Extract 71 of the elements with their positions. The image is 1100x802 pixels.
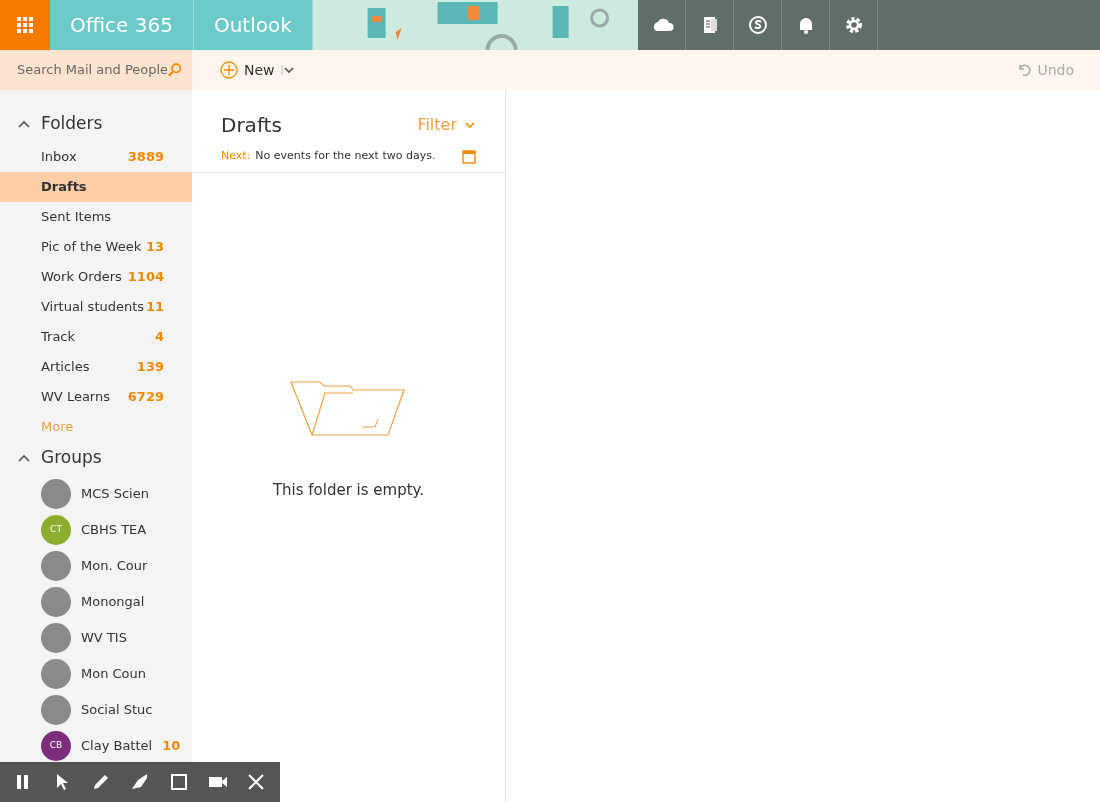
unread-count: 13 bbox=[145, 238, 164, 257]
section-title[interactable]: Folders bbox=[41, 111, 103, 137]
group-name[interactable]: CBHS TEA bbox=[81, 520, 147, 540]
folder-item[interactable]: Pic of the Week 13 bbox=[0, 232, 192, 262]
folder-item[interactable]: Virtual students 11 bbox=[0, 292, 192, 322]
group-name[interactable]: Mon Coun bbox=[81, 664, 147, 684]
group-name[interactable]: Social Stuc bbox=[81, 700, 153, 720]
unread-count: 6729 bbox=[127, 388, 164, 407]
chevron-icon bbox=[17, 118, 31, 130]
rectangle-icon bbox=[168, 772, 189, 792]
search-field[interactable]: Search Mail and People bbox=[17, 60, 167, 80]
unread-count: 3889 bbox=[127, 148, 164, 167]
group-avatar: CB bbox=[41, 731, 71, 761]
collapse-toggle-button[interactable] bbox=[17, 452, 31, 464]
new-button[interactable]: New bbox=[220, 50, 295, 90]
folder-item[interactable]: Drafts bbox=[0, 172, 192, 202]
folder-item[interactable]: WV Learns 6729 bbox=[0, 382, 192, 412]
empty-message: This folder is empty. bbox=[272, 479, 425, 501]
folder-item[interactable]: Sent Items bbox=[0, 202, 192, 232]
folder-name: Track bbox=[41, 328, 76, 347]
rectangle-button[interactable] bbox=[168, 772, 189, 792]
unread-count: 10 bbox=[162, 737, 181, 756]
photo-placeholder bbox=[41, 479, 71, 509]
chevron-down-icon bbox=[465, 121, 475, 129]
folder-name: Virtual students bbox=[41, 298, 145, 317]
folder-name: Sent Items bbox=[41, 208, 112, 227]
photo-placeholder bbox=[41, 551, 71, 581]
group-name[interactable]: WV TIS bbox=[81, 628, 127, 648]
app-launcher-button[interactable] bbox=[0, 0, 50, 50]
eraser-button[interactable] bbox=[129, 772, 150, 792]
folder-item[interactable]: Articles 139 bbox=[0, 352, 192, 382]
empty-folder-icon bbox=[289, 380, 408, 437]
group-name[interactable]: Monongal bbox=[81, 592, 145, 612]
photo-placeholder bbox=[41, 695, 71, 725]
group-name[interactable]: Clay Battel bbox=[81, 736, 153, 756]
undo-icon bbox=[1017, 63, 1032, 77]
group-avatar: CT bbox=[41, 515, 71, 545]
unread-count: 139 bbox=[136, 358, 164, 377]
folder-item[interactable]: Work Orders 1104 bbox=[0, 262, 192, 292]
folder-name: Inbox bbox=[41, 148, 77, 167]
folder-name: Drafts bbox=[41, 178, 87, 197]
group-name[interactable]: Mon. Cour bbox=[81, 556, 148, 576]
photo-placeholder bbox=[41, 623, 71, 653]
close-icon bbox=[246, 772, 267, 792]
folder-name: Work Orders bbox=[41, 268, 122, 287]
photo-placeholder bbox=[41, 587, 71, 617]
collapse-toggle-button[interactable] bbox=[17, 118, 31, 130]
unread-count: 1104 bbox=[127, 268, 164, 287]
eraser-icon bbox=[129, 772, 150, 792]
unread-count: 11 bbox=[145, 298, 164, 317]
close-button[interactable] bbox=[246, 772, 267, 792]
caret-icon bbox=[280, 65, 295, 75]
plus-icon bbox=[220, 61, 238, 79]
next-events-text: Next: No events for the next two days. bbox=[221, 148, 436, 164]
chevron-icon bbox=[17, 452, 31, 464]
unread-count: 4 bbox=[154, 328, 164, 347]
folder-item[interactable]: Inbox 3889 bbox=[0, 142, 192, 172]
waffle-icon bbox=[17, 17, 33, 33]
new-label: New bbox=[244, 60, 275, 80]
search-icon bbox=[167, 61, 182, 79]
group-name[interactable]: MCS Scien bbox=[81, 484, 149, 504]
folder-title: Drafts bbox=[221, 112, 282, 139]
photo-placeholder bbox=[41, 659, 71, 689]
calendar-icon bbox=[461, 148, 477, 165]
search-box[interactable]: Search Mail and People bbox=[0, 50, 192, 90]
folder-name: Articles bbox=[41, 358, 90, 377]
folder-name: WV Learns bbox=[41, 388, 110, 407]
undo-label: Undo bbox=[1037, 60, 1074, 80]
folder-item[interactable]: Track 4 bbox=[0, 322, 192, 352]
folder-name: Pic of the Week bbox=[41, 238, 142, 257]
section-title[interactable]: Groups bbox=[41, 445, 102, 471]
